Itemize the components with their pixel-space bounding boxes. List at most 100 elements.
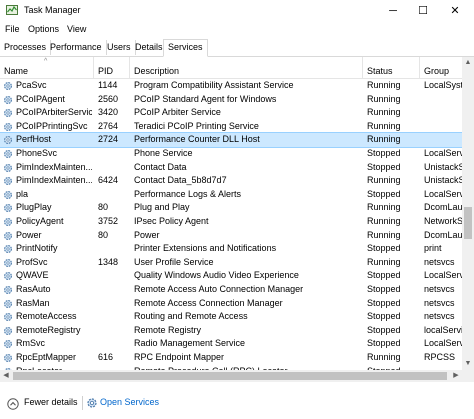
cell-name: RemoteAccess xyxy=(16,311,77,322)
cell-group: NetworkS xyxy=(424,216,462,226)
cell-group: netsvcs xyxy=(424,311,455,322)
column-header-status[interactable]: Status xyxy=(363,57,420,78)
chevron-up-icon[interactable] xyxy=(7,398,19,410)
cell-name: pla xyxy=(16,188,29,199)
service-gear-icon xyxy=(4,204,12,213)
column-header-group[interactable]: Group xyxy=(420,57,462,78)
service-gear-icon xyxy=(4,109,12,118)
cell-group xyxy=(424,106,462,120)
cell-status: Running xyxy=(367,202,401,213)
column-header-pid[interactable]: PID xyxy=(94,57,130,78)
table-row[interactable]: RemoteRegistry Remote Registry Stopped loca… xyxy=(0,324,462,338)
menu-view[interactable]: View xyxy=(67,24,86,34)
task-manager-icon xyxy=(6,5,18,15)
cell-group xyxy=(424,93,462,107)
service-gear-icon xyxy=(4,163,12,172)
service-gear-icon xyxy=(4,313,12,322)
cell-group xyxy=(424,120,462,134)
cell-status: Stopped xyxy=(367,324,401,335)
table-row[interactable]: PerfHost 2724 Performance Counter DLL Host… xyxy=(0,132,462,148)
cell-name: Power xyxy=(16,229,42,240)
cell-description: PCoIP Arbiter Service xyxy=(134,107,221,118)
service-gear-icon xyxy=(4,95,12,104)
cell-pid xyxy=(98,161,128,175)
tab-performance[interactable]: Performance xyxy=(46,40,107,55)
services-table: ^ Name PID Description Status Group PcaS… xyxy=(0,57,462,370)
table-row[interactable]: PhoneSvc Phone Service Stopped LocalServi xyxy=(0,147,462,161)
table-row[interactable]: PcaSvc 1144 Program Compatibility Assistan… xyxy=(0,79,462,93)
tab-services[interactable]: Services xyxy=(163,39,208,57)
table-row[interactable]: RmSvc Radio Management Service Stopped Loca… xyxy=(0,337,462,351)
cell-pid xyxy=(98,147,128,161)
table-row[interactable]: PolicyAgent 3752 IPsec Policy Agent Running… xyxy=(0,215,462,229)
open-services-link[interactable]: Open Services xyxy=(100,397,159,407)
tab-processes[interactable]: Processes xyxy=(0,40,52,55)
table-row[interactable]: PCoIPAgent 2560 PCoIP Standard Agent for W… xyxy=(0,93,462,107)
cell-description: Teradici PCoIP Printing Service xyxy=(134,120,259,131)
cell-status: Stopped xyxy=(367,284,401,294)
cell-group: print xyxy=(424,243,442,254)
cell-pid xyxy=(98,188,128,202)
service-gear-icon xyxy=(4,354,12,362)
table-row[interactable]: PimIndexMainten... Contact Data Stopped Uni… xyxy=(0,161,462,175)
scroll-up-arrow-icon[interactable]: ▲ xyxy=(462,57,474,69)
cell-status: Stopped xyxy=(367,311,401,322)
table-row[interactable]: pla Performance Logs & Alerts Stopped Local… xyxy=(0,188,462,202)
cell-status: Running xyxy=(367,107,401,118)
table-row[interactable]: RasMan Remote Access Connection Manager St… xyxy=(0,297,462,311)
cell-pid: 3752 xyxy=(98,216,119,226)
service-gear-icon xyxy=(4,82,12,90)
maximize-button[interactable]: ☐ xyxy=(408,0,438,22)
table-row[interactable]: Power 80 Power Running DcomLau xyxy=(0,229,462,243)
table-row[interactable]: RemoteAccess Routing and Remote Access Sto… xyxy=(0,310,462,324)
table-row[interactable]: RpcEptMapper 616 RPC Endpoint Mapper Runnin… xyxy=(0,351,462,365)
cell-name: RmSvc xyxy=(16,338,45,349)
cell-status: Stopped xyxy=(367,243,401,254)
horizontal-scroll-thumb[interactable] xyxy=(13,372,447,380)
cell-status: Running xyxy=(367,229,401,240)
menu-file[interactable]: File xyxy=(5,24,20,34)
vertical-scrollbar[interactable]: ▲ ▼ xyxy=(462,57,474,370)
table-row[interactable]: PCoIPPrintingSvc 2764 Teradici PCoIP Print… xyxy=(0,120,462,134)
table-row[interactable]: PrintNotify Printer Extensions and Notifi… xyxy=(0,242,462,256)
cell-name: PolicyAgent xyxy=(16,216,64,226)
cell-group: LocalServi xyxy=(424,338,462,349)
close-button[interactable]: ✕ xyxy=(440,0,470,22)
service-gear-icon xyxy=(4,150,12,158)
cell-group: DcomLau xyxy=(424,229,462,240)
title-bar: Task Manager ─ ☐ ✕ xyxy=(0,0,474,22)
fewer-details-button[interactable]: Fewer details xyxy=(24,397,78,407)
table-row[interactable]: PlugPlay 80 Plug and Play Running DcomLau xyxy=(0,201,462,215)
cell-pid xyxy=(98,283,128,297)
column-header-description[interactable]: Description xyxy=(130,57,363,78)
scroll-left-arrow-icon[interactable]: ◀ xyxy=(0,370,12,382)
cell-description: Remote Registry xyxy=(134,324,202,335)
cell-status: Running xyxy=(367,134,401,145)
cell-name: PcaSvc xyxy=(16,80,47,90)
window-title: Task Manager xyxy=(24,5,81,15)
table-row[interactable]: ProfSvc 1348 User Profile Service Running ne… xyxy=(0,256,462,270)
scroll-down-arrow-icon[interactable]: ▼ xyxy=(462,358,474,370)
cell-description: Phone Service xyxy=(134,148,193,158)
service-gear-icon xyxy=(4,136,12,145)
vertical-scroll-thumb[interactable] xyxy=(464,207,472,239)
cell-description: Power xyxy=(134,229,160,240)
column-header-name[interactable]: Name xyxy=(0,57,94,78)
table-row[interactable]: PimIndexMainten... 6424 Contact Data_5b8d7… xyxy=(0,174,462,188)
scroll-right-arrow-icon[interactable]: ▶ xyxy=(450,370,462,382)
cell-group: LocalServi xyxy=(424,270,462,281)
cell-description: Quality Windows Audio Video Experience xyxy=(134,270,299,281)
table-row[interactable]: QWAVE Quality Windows Audio Video Experie… xyxy=(0,269,462,283)
menu-options[interactable]: Options xyxy=(28,24,59,34)
cell-description: Contact Data_5b8d7d7 xyxy=(134,175,227,186)
cell-pid: 616 xyxy=(98,352,114,362)
cell-description: Program Compatibility Assistant Service xyxy=(134,80,294,90)
table-row[interactable]: PCoIPArbiterService 3420 PCoIP Arbiter Ser… xyxy=(0,106,462,120)
cell-pid: 2560 xyxy=(98,93,119,104)
cell-group: netsvcs xyxy=(424,256,455,267)
minimize-button[interactable]: ─ xyxy=(378,0,408,22)
table-row[interactable]: RasAuto Remote Access Auto Connection Man… xyxy=(0,283,462,297)
cell-group: LocalServi xyxy=(424,148,462,158)
cell-pid: 2724 xyxy=(98,134,119,145)
horizontal-scrollbar[interactable]: ◀ ▶ xyxy=(0,370,462,382)
